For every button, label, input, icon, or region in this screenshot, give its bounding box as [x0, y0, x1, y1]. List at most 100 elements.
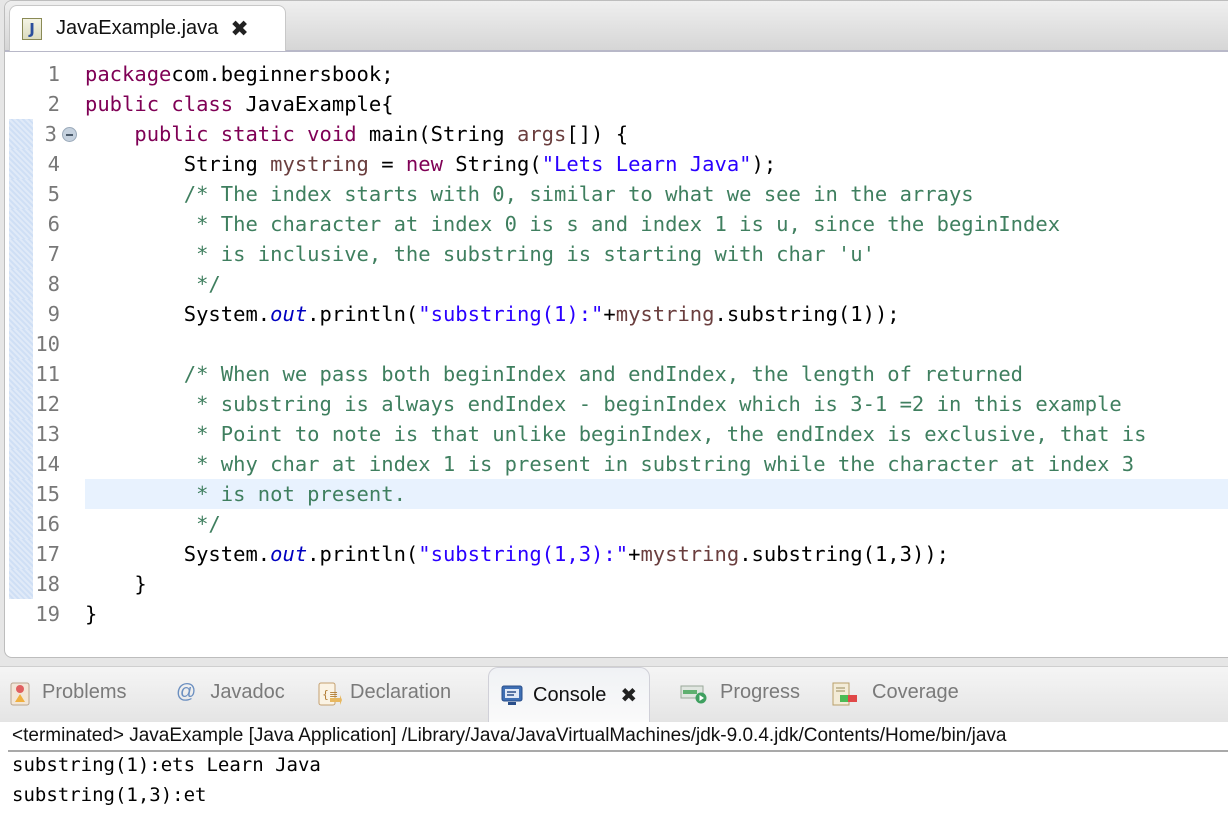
- tab-declaration[interactable]: {≡ Declaration: [318, 681, 452, 705]
- code-line[interactable]: 19}: [5, 599, 1228, 629]
- editor-tab-label: JavaExample.java: [56, 17, 219, 39]
- tab-console-label: Console: [533, 684, 607, 706]
- code-line[interactable]: 8 */: [5, 269, 1228, 299]
- code-token: */: [196, 272, 221, 296]
- coverage-icon: [832, 682, 860, 705]
- code-text: * why char at index 1 is present in subs…: [85, 449, 1134, 479]
- tab-progress[interactable]: Progress: [680, 681, 800, 704]
- code-text: * The character at index 0 is s and inde…: [85, 209, 1060, 239]
- code-token: /* The index starts with 0, similar to w…: [183, 182, 974, 206]
- progress-icon: [680, 682, 708, 704]
- code-text: System.out.println("substring(1,3):"+mys…: [85, 539, 949, 569]
- tab-javadoc-label: Javadoc: [210, 681, 285, 703]
- code-token: String(: [442, 152, 542, 176]
- code-token: "Lets Learn Java": [541, 152, 752, 176]
- problems-icon: [10, 682, 30, 705]
- line-number: 19: [35, 602, 60, 626]
- code-text: /* When we pass both beginIndex and endI…: [85, 359, 1023, 389]
- code-token: com.beginnersbook;: [171, 62, 394, 86]
- tab-problems[interactable]: Problems: [10, 681, 127, 705]
- line-number: 2: [47, 92, 60, 116]
- close-icon[interactable]: ✖: [620, 683, 637, 708]
- code-token: +: [628, 542, 641, 566]
- close-icon[interactable]: ✖: [230, 16, 248, 42]
- code-token: "substring(1,3):": [418, 542, 629, 566]
- line-number: 15: [35, 482, 60, 506]
- code-line[interactable]: 2 public class JavaExample{: [5, 89, 1228, 119]
- console-view[interactable]: <terminated> JavaExample [Java Applicati…: [0, 722, 1228, 834]
- code-line[interactable]: 15 * is not present.: [5, 479, 1228, 509]
- code-token: .println(: [307, 542, 419, 566]
- code-text: String mystring = new String("Lets Learn…: [85, 149, 776, 179]
- code-line[interactable]: 3 public static void main(String args[])…: [5, 119, 1228, 149]
- code-token: }: [85, 572, 147, 596]
- tab-console[interactable]: Console ✖: [488, 667, 651, 723]
- code-text: */: [85, 509, 221, 539]
- code-line[interactable]: 13 * Point to note is that unlike beginI…: [5, 419, 1228, 449]
- line-number: 17: [35, 542, 60, 566]
- console-status-line: <terminated> JavaExample [Java Applicati…: [12, 725, 1007, 746]
- code-text: /* The index starts with 0, similar to w…: [85, 179, 974, 209]
- code-line[interactable]: 18 }: [5, 569, 1228, 599]
- code-token: * Point to note is that unlike beginInde…: [196, 422, 1147, 446]
- code-token: JavaExample{: [233, 92, 394, 116]
- code-line[interactable]: 6 * The character at index 0 is s and in…: [5, 209, 1228, 239]
- code-line[interactable]: 1 packagecom.beginnersbook;: [5, 59, 1228, 89]
- code-line[interactable]: 16 */: [5, 509, 1228, 539]
- code-text: packagecom.beginnersbook;: [85, 59, 394, 89]
- code-text: System.out.println("substring(1):"+mystr…: [85, 299, 900, 329]
- editor-tab-javaexample[interactable]: J JavaExample.java ✖: [9, 5, 286, 51]
- tab-declaration-label: Declaration: [350, 681, 452, 703]
- line-number: 6: [47, 212, 60, 236]
- code-token: String: [85, 152, 271, 176]
- line-number: 16: [35, 512, 60, 536]
- code-token: * The character at index 0 is s and inde…: [196, 212, 1061, 236]
- tab-problems-label: Problems: [42, 681, 127, 703]
- code-line[interactable]: 5 /* The index starts with 0, similar to…: [5, 179, 1228, 209]
- code-token: public class: [85, 92, 234, 116]
- code-token: []) {: [566, 122, 629, 146]
- code-text: * is inclusive, the substring is startin…: [85, 239, 875, 269]
- tab-coverage-label: Coverage: [872, 681, 959, 703]
- code-line[interactable]: 10: [5, 329, 1228, 359]
- code-token: package: [85, 62, 172, 86]
- tab-javadoc[interactable]: @ Javadoc: [176, 681, 285, 704]
- code-line[interactable]: 9 System.out.println("substring(1):"+mys…: [5, 299, 1228, 329]
- line-number: 18: [35, 572, 60, 596]
- line-number: 11: [35, 362, 60, 386]
- code-line[interactable]: 4 String mystring = new String("Lets Lea…: [5, 149, 1228, 179]
- code-line[interactable]: 17 System.out.println("substring(1,3):"+…: [5, 539, 1228, 569]
- code-token: .substring(1));: [714, 302, 900, 326]
- code-token: * is inclusive, the substring is startin…: [196, 242, 875, 266]
- code-token: System.: [85, 302, 271, 326]
- console-divider: [8, 750, 1228, 752]
- code-line[interactable]: 14 * why char at index 1 is present in s…: [5, 449, 1228, 479]
- code-token: mystring: [615, 302, 715, 326]
- code-text: * is not present.: [85, 479, 406, 509]
- line-number: 5: [47, 182, 60, 206]
- fold-collapse-icon[interactable]: [62, 127, 77, 142]
- line-number: 10: [35, 332, 60, 356]
- editor-tab-bar: J JavaExample.java ✖: [5, 1, 1228, 52]
- code-token: mystring: [640, 542, 740, 566]
- code-token: .substring(1,3));: [739, 542, 950, 566]
- line-number: 7: [47, 242, 60, 266]
- code-editor[interactable]: 1 packagecom.beginnersbook; 2 public class …: [5, 59, 1228, 657]
- code-text: }: [85, 599, 97, 629]
- code-token: out: [270, 302, 308, 326]
- tab-coverage[interactable]: Coverage: [832, 681, 959, 705]
- code-token: "substring(1):": [418, 302, 604, 326]
- tab-progress-label: Progress: [720, 681, 801, 703]
- code-text: * Point to note is that unlike beginInde…: [85, 419, 1146, 449]
- code-line[interactable]: 12 * substring is always endIndex - begi…: [5, 389, 1228, 419]
- code-line[interactable]: 7 * is inclusive, the substring is start…: [5, 239, 1228, 269]
- code-text: public class JavaExample{: [85, 89, 394, 119]
- code-line[interactable]: 11 /* When we pass both beginIndex and e…: [5, 359, 1228, 389]
